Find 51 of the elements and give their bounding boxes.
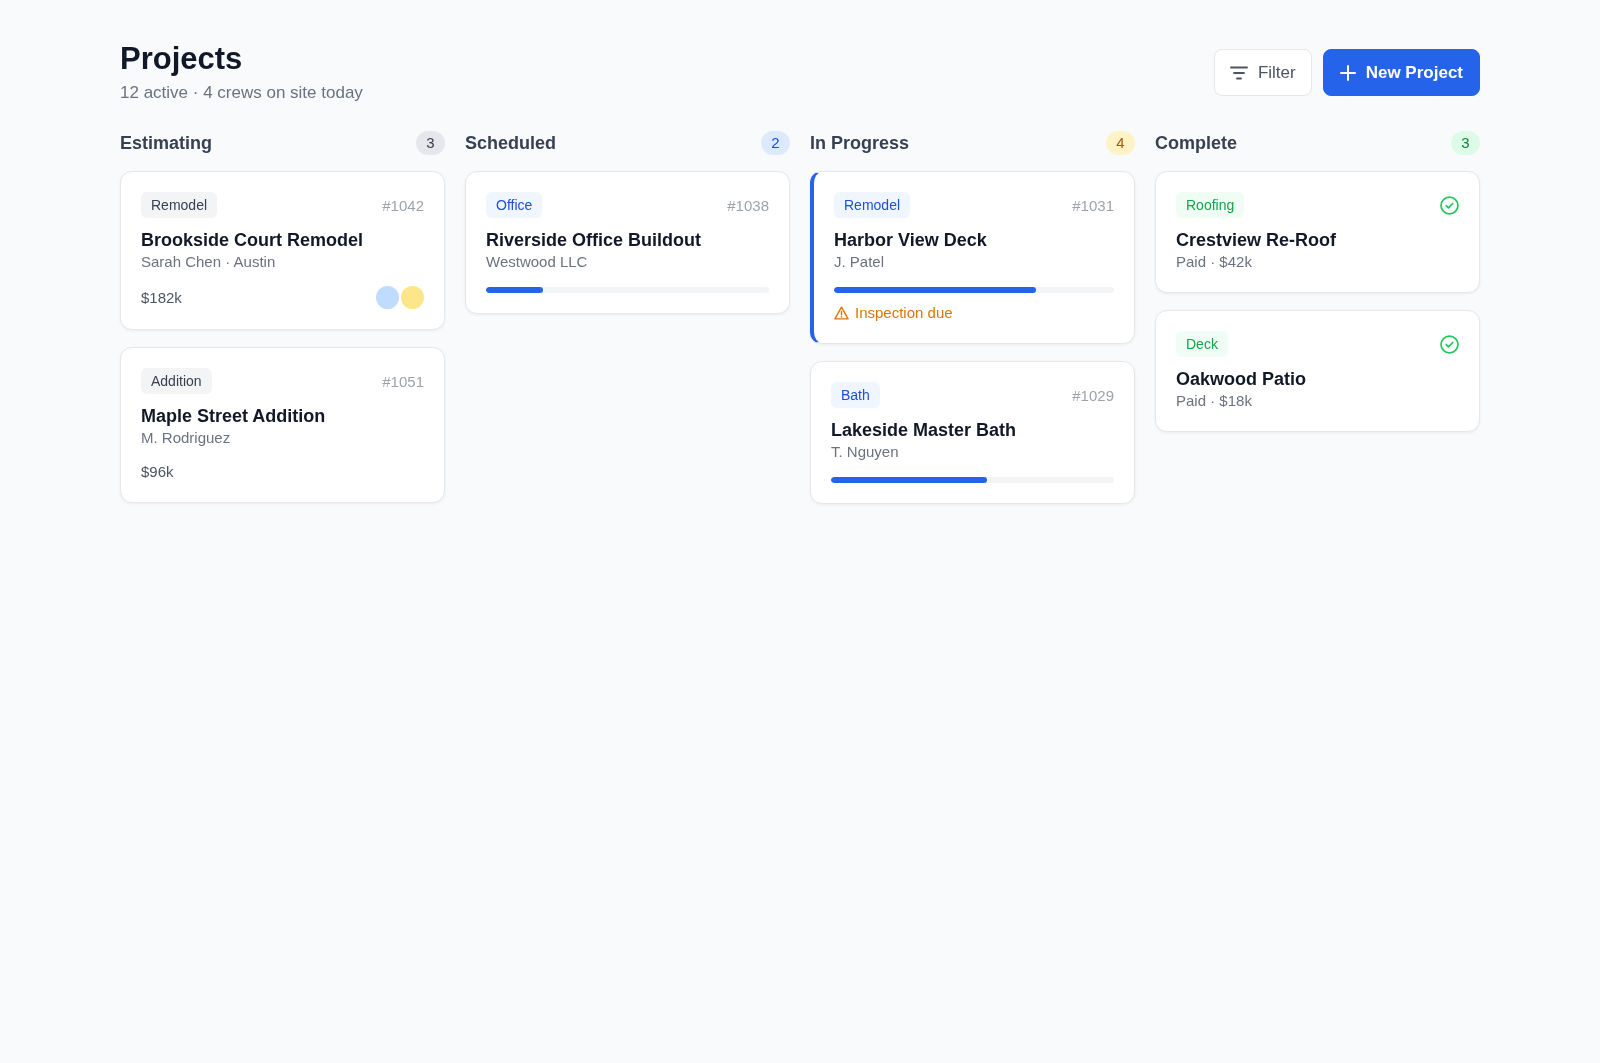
- page-subtitle: 12 active · 4 crews on site today: [120, 82, 363, 104]
- project-card[interactable]: Deck Oakwood Patio Paid · $18k: [1155, 310, 1480, 432]
- category-tag: Deck: [1176, 331, 1228, 357]
- new-project-button[interactable]: New Project: [1322, 49, 1480, 96]
- project-number: #1051: [382, 372, 424, 390]
- project-card[interactable]: Remodel #1031 Harbor View Deck J. Patel Inspection due: [810, 171, 1135, 344]
- count-badge: 2: [761, 131, 790, 155]
- count-badge: 4: [1106, 131, 1135, 155]
- project-number: #1029: [1072, 386, 1114, 404]
- column-title: Estimating: [120, 132, 212, 154]
- project-card[interactable]: Bath #1029 Lakeside Master Bath T. Nguyen: [810, 361, 1135, 504]
- project-title: Lakeside Master Bath: [831, 419, 1018, 442]
- project-card[interactable]: Office #1038 Riverside Office Buildout Westwood LLC: [465, 171, 790, 314]
- project-title: Riverside Office Buildout: [486, 229, 703, 252]
- alert-text: Inspection due: [855, 303, 953, 323]
- project-meta: Sarah Chen · Austin: [141, 252, 277, 272]
- category-tag: Office: [486, 192, 543, 218]
- project-title: Harbor View Deck: [834, 229, 988, 252]
- project-card[interactable]: Roofing Crestview Re-Roof Paid · $42k: [1155, 171, 1480, 293]
- project-budget: $96k: [141, 462, 174, 482]
- count-badge: 3: [416, 131, 445, 155]
- project-number: #1042: [382, 196, 424, 214]
- project-title: Crestview Re-Roof: [1176, 229, 1338, 252]
- category-tag: Bath: [831, 382, 880, 408]
- project-meta: M. Rodriguez: [141, 428, 232, 448]
- category-tag: Remodel: [834, 192, 911, 218]
- category-tag: Remodel: [141, 192, 218, 218]
- category-tag: Roofing: [1176, 192, 1245, 218]
- plus-icon: [1339, 64, 1356, 81]
- project-meta: Paid · $42k: [1176, 252, 1253, 272]
- project-meta: J. Patel: [834, 252, 886, 272]
- page-title: Projects: [120, 40, 244, 78]
- column-title: Scheduled: [465, 132, 557, 154]
- project-budget: $182k: [141, 287, 182, 308]
- filter-icon: [1229, 65, 1248, 80]
- project-title: Brookside Court Remodel: [141, 229, 365, 252]
- project-number: #1038: [727, 196, 769, 214]
- project-card[interactable]: Addition #1051 Maple Street Addition M. Rodriguez $96k: [120, 347, 445, 503]
- project-meta: T. Nguyen: [831, 442, 900, 462]
- project-card[interactable]: Remodel #1042 Brookside Court Remodel Sarah Chen · Austin $182k: [120, 171, 445, 330]
- count-badge: 3: [1451, 131, 1480, 155]
- project-title: Maple Street Addition: [141, 405, 327, 428]
- project-title: Oakwood Patio: [1176, 368, 1308, 391]
- filter-button[interactable]: Filter: [1213, 49, 1312, 96]
- project-meta: Westwood LLC: [486, 252, 589, 272]
- category-tag: Addition: [141, 368, 212, 394]
- project-meta: Paid · $18k: [1176, 391, 1253, 411]
- column-title: In Progress: [810, 132, 910, 154]
- warning-icon: [834, 306, 849, 320]
- column-title: Complete: [1155, 132, 1237, 154]
- project-number: #1031: [1072, 196, 1114, 214]
